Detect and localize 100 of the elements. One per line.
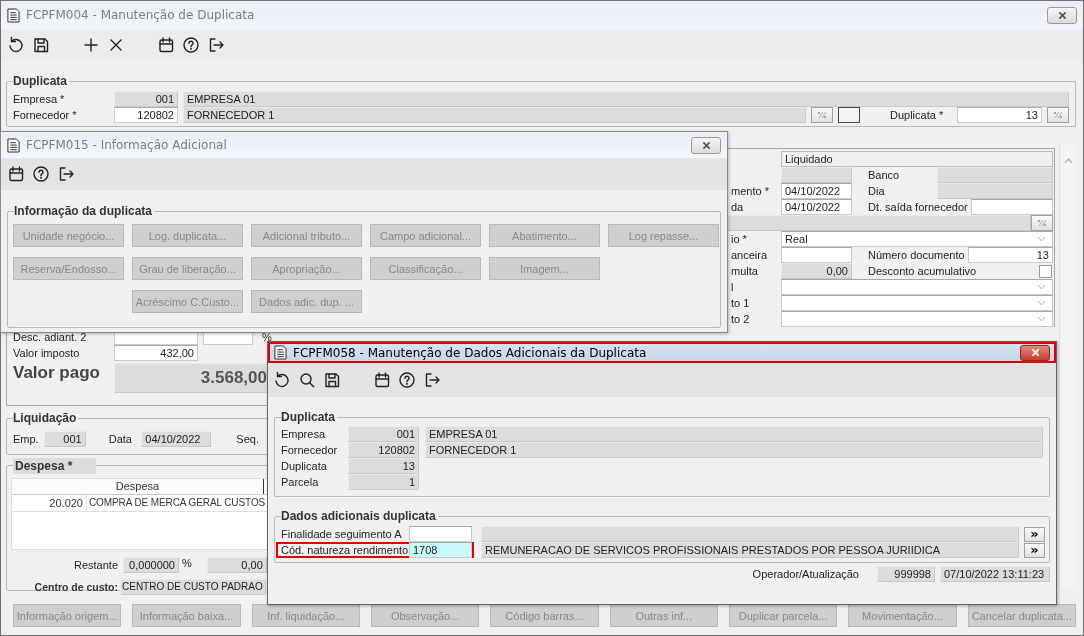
field-label: Empresa *	[13, 93, 66, 105]
input-field[interactable]	[970, 199, 1053, 215]
input-field[interactable]: 04/10/2022	[781, 183, 852, 199]
dropdown[interactable]	[781, 279, 1053, 295]
field-label: Número documento	[868, 248, 965, 263]
field-label: to 2	[730, 313, 751, 325]
field-label: Finalidade seguimento A	[281, 528, 403, 540]
field-label: Dt. saída fornecedor	[868, 200, 968, 215]
calendar-icon[interactable]	[7, 165, 25, 183]
input-field[interactable]: EMPRESA 01	[425, 426, 1043, 442]
field-label: Banco	[868, 168, 901, 183]
group-title: Dados adicionais duplicata	[281, 509, 438, 523]
field-label: Dia	[868, 184, 886, 199]
calendar-icon[interactable]	[373, 371, 391, 389]
dropdown[interactable]	[781, 311, 1053, 327]
field-label: %	[182, 557, 192, 569]
refresh-icon[interactable]	[7, 36, 25, 54]
calendar-icon[interactable]	[157, 36, 175, 54]
input-field[interactable]: 001	[348, 426, 419, 442]
input-field[interactable]: 001	[114, 91, 178, 107]
dropdown[interactable]	[781, 295, 1053, 311]
more-button[interactable]: »	[1024, 542, 1045, 558]
input-field[interactable]: 120802	[348, 442, 419, 458]
input-field[interactable]: CENTRO DE CUSTO PADRAO	[120, 579, 266, 595]
input-field[interactable]: 0,00	[206, 557, 267, 573]
dots-icon	[1037, 219, 1047, 227]
input-field[interactable]: 13	[348, 458, 419, 474]
exit-icon[interactable]	[207, 36, 225, 54]
checkbox[interactable]	[1039, 264, 1052, 278]
field-label: l	[730, 281, 735, 293]
field-label: Duplicata *	[890, 109, 945, 121]
lookup-button[interactable]	[1047, 107, 1069, 123]
field-label: Fornecedor	[281, 444, 339, 456]
input-field[interactable]: REMUNERACAO DE SERVICOS PROFISSIONAIS PRESTADOS POR PESSOA JURIIDICA	[481, 542, 1019, 558]
dropdown-value: Real	[785, 232, 808, 246]
input-field[interactable]: 04/10/2022	[141, 431, 212, 447]
field-label: Valor imposto	[13, 347, 81, 359]
field-label: Restante	[72, 559, 118, 571]
field-label: Parcela	[281, 476, 320, 488]
document-icon	[274, 345, 287, 360]
field-label: Centro de custo:	[33, 581, 118, 593]
help-icon[interactable]	[398, 371, 416, 389]
group-title: Informação da duplicata	[14, 204, 155, 218]
lookup-button[interactable]	[811, 107, 833, 123]
input-field[interactable]	[781, 247, 852, 263]
window-title: FCPFM058 - Manutenção de Dados Adicionais da Duplicata	[293, 345, 648, 360]
input-field[interactable]: 120802	[114, 107, 178, 123]
exit-icon[interactable]	[423, 371, 441, 389]
field-label: multa	[730, 265, 759, 277]
field-label: to 1	[730, 297, 751, 309]
field-label: Emp.	[13, 433, 39, 445]
field-label: Seq.	[236, 433, 260, 445]
close-icon[interactable]	[1057, 10, 1067, 20]
field-label: anceira	[730, 249, 769, 261]
input-field[interactable]: 13	[957, 107, 1042, 123]
input-field[interactable]: FORNECEDOR 1	[183, 107, 806, 123]
document-icon	[7, 7, 20, 23]
close-button[interactable]	[1047, 6, 1077, 24]
input-field[interactable]: FORNECEDOR 1	[425, 442, 1043, 458]
input-field[interactable]: 432,00	[114, 345, 198, 361]
input-field[interactable]: 1	[348, 474, 419, 490]
save-icon[interactable]	[323, 371, 341, 389]
help-icon[interactable]	[32, 165, 50, 183]
input-field[interactable]: 0,00	[781, 263, 852, 279]
close-button[interactable]	[1020, 344, 1050, 361]
help-icon[interactable]	[182, 36, 200, 54]
column-header: Despesa	[12, 479, 264, 494]
field-label: Desconto acumulativo	[868, 264, 977, 279]
table-cell: 20.020	[12, 495, 87, 511]
close-icon[interactable]	[701, 140, 711, 150]
field-label: Operador/Atualização	[752, 567, 859, 580]
save-icon[interactable]	[32, 36, 50, 54]
empty-button[interactable]	[838, 107, 860, 123]
search-icon[interactable]	[298, 371, 316, 389]
dots-icon	[1053, 111, 1063, 119]
window-title: FCPFM015 - Informação Adicional	[26, 138, 228, 152]
input-field[interactable]	[409, 526, 472, 542]
field-label: Empresa	[281, 428, 327, 440]
field-label: io *	[730, 233, 748, 245]
input-field[interactable]: 13	[967, 247, 1053, 263]
more-button[interactable]: »	[1024, 526, 1045, 542]
field-label: da	[730, 201, 745, 213]
input-field[interactable]: 04/10/2022	[781, 199, 852, 215]
input-field[interactable]: 999998	[877, 565, 935, 582]
input-field[interactable]: 1708	[409, 542, 472, 558]
refresh-icon[interactable]	[273, 371, 291, 389]
input-field[interactable]: 0,000000	[123, 557, 179, 573]
plus-icon[interactable]	[82, 36, 100, 54]
field-label: mento *	[730, 185, 770, 197]
input-field[interactable]: 001	[43, 431, 86, 447]
input-field[interactable]: 07/10/2022 13:11:23	[940, 565, 1050, 582]
lookup-button[interactable]	[1031, 215, 1053, 231]
close-button[interactable]	[691, 136, 721, 154]
input-field[interactable]: Liquidado	[781, 151, 1053, 167]
dots-icon	[817, 111, 827, 119]
exit-icon[interactable]	[57, 165, 75, 183]
dropdown[interactable]: Real	[781, 231, 1053, 247]
document-icon	[7, 137, 20, 153]
input-field[interactable]: EMPRESA 01	[183, 91, 1069, 107]
group-title: Liquidação	[13, 411, 79, 425]
